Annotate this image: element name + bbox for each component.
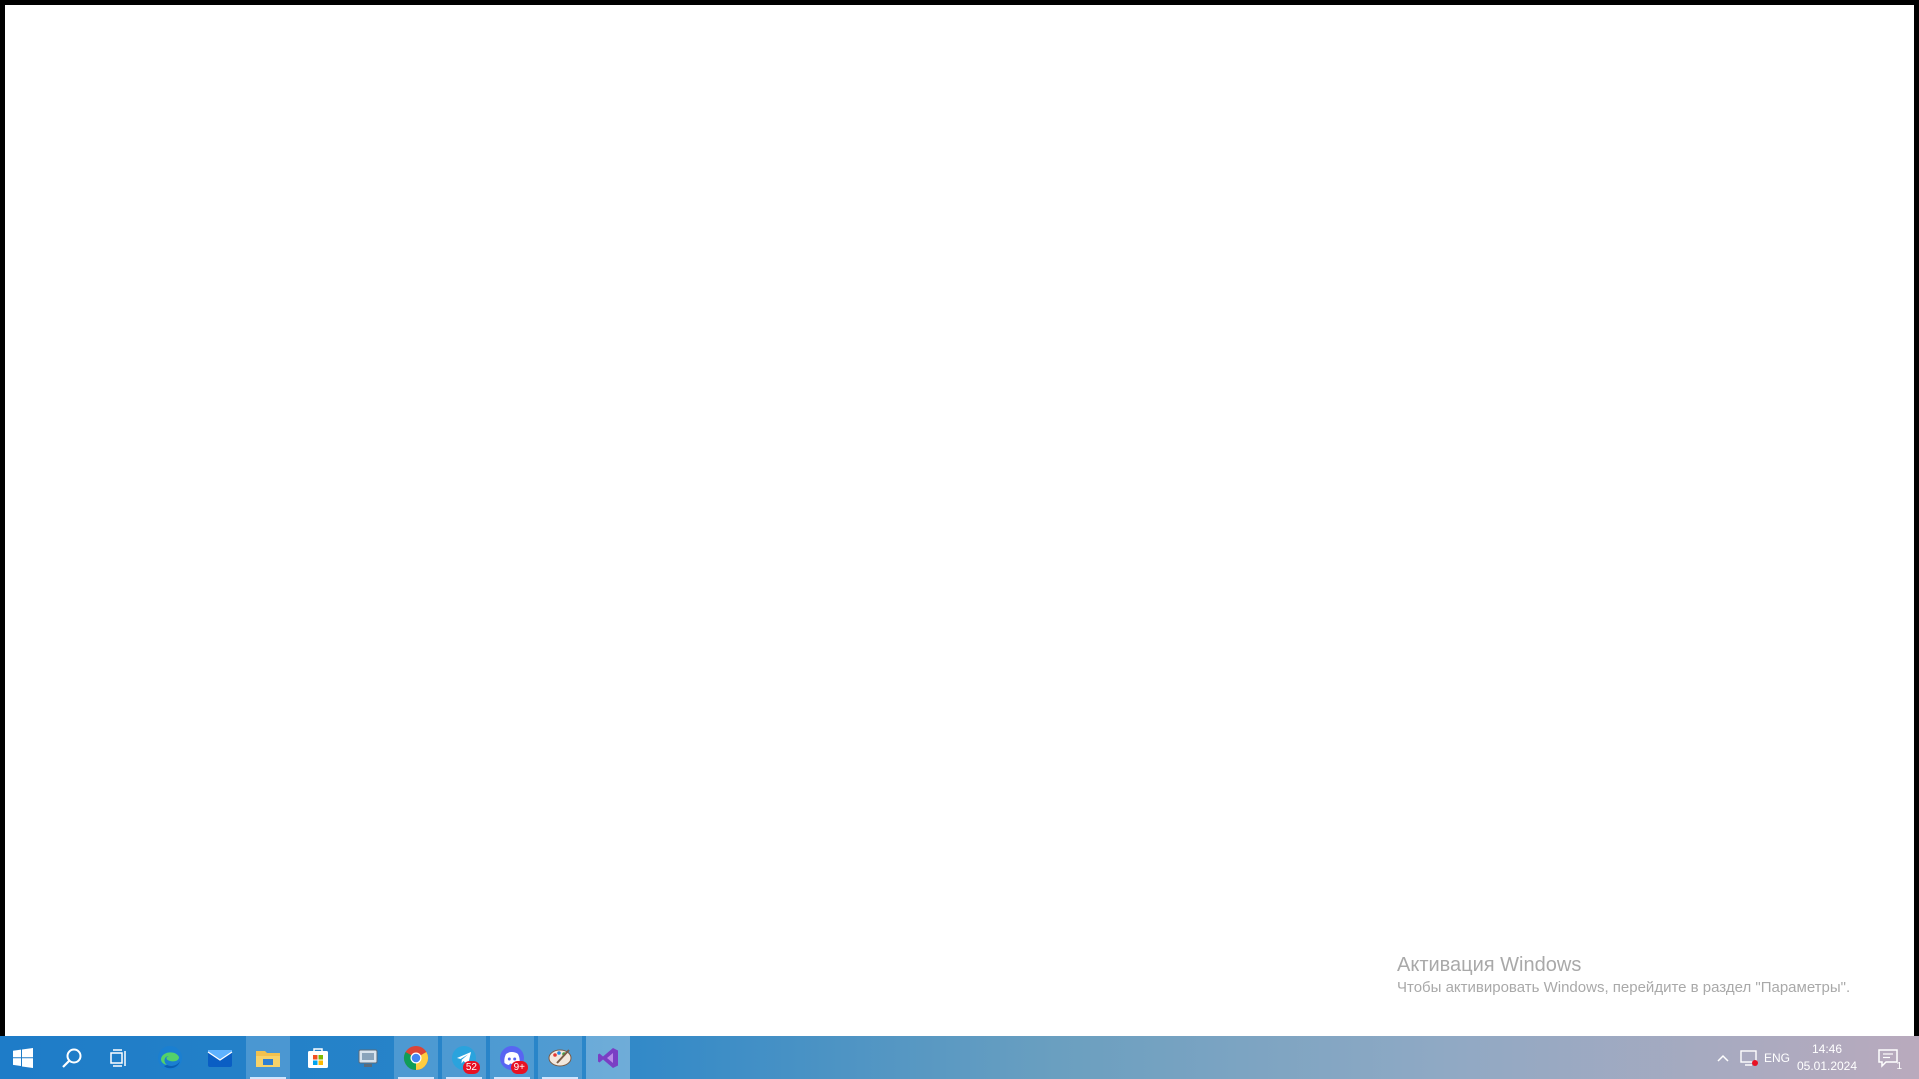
visual-studio-button[interactable]	[586, 1036, 630, 1079]
search-icon	[62, 1048, 82, 1068]
edge-icon	[158, 1045, 182, 1070]
store-button[interactable]	[294, 1036, 342, 1079]
search-button[interactable]	[48, 1036, 96, 1079]
file-explorer-button[interactable]	[246, 1036, 290, 1079]
clock[interactable]: 14:46 05.01.2024	[1793, 1036, 1861, 1079]
app-icon	[358, 1049, 378, 1067]
clock-time: 14:46	[1811, 1041, 1843, 1056]
folder-icon	[256, 1050, 280, 1067]
network-icon	[1740, 1049, 1758, 1066]
task-view-button[interactable]	[96, 1036, 144, 1079]
discord-badge: 9+	[510, 1061, 528, 1074]
chrome-icon	[403, 1045, 429, 1070]
store-icon	[308, 1047, 328, 1068]
paint-icon	[548, 1048, 572, 1066]
chevron-up-icon	[1717, 1054, 1729, 1062]
notification-icon	[1878, 1048, 1898, 1068]
task-view-icon	[110, 1048, 126, 1067]
notification-count: 1	[1896, 1061, 1902, 1072]
discord-button[interactable]: 9+	[490, 1036, 534, 1079]
activation-subtitle: Чтобы активировать Windows, перейдите в …	[1397, 979, 1851, 996]
taskbar: 52 9+ ENG 14:46 05.01.2024 1	[0, 1036, 1919, 1079]
input-language[interactable]: ENG	[1763, 1036, 1791, 1079]
activation-watermark: Активация Windows Чтобы активировать Win…	[1397, 953, 1850, 998]
network-button[interactable]	[1737, 1036, 1761, 1079]
telegram-button[interactable]: 52	[442, 1036, 486, 1079]
clock-date: 05.01.2024	[1796, 1058, 1858, 1073]
edge-button[interactable]	[146, 1036, 194, 1079]
desktop-window-area: Активация Windows Чтобы активировать Win…	[5, 5, 1914, 1036]
action-center-button[interactable]: 1	[1866, 1036, 1910, 1079]
activation-title: Активация Windows	[1397, 954, 1582, 976]
start-button[interactable]	[0, 1036, 46, 1079]
mail-button[interactable]	[196, 1036, 244, 1079]
windows-logo-icon	[13, 1047, 33, 1068]
mail-icon	[207, 1049, 233, 1067]
app-button[interactable]	[344, 1036, 392, 1079]
visual-studio-icon	[598, 1047, 618, 1068]
paint-button[interactable]	[538, 1036, 582, 1079]
show-hidden-icons-button[interactable]	[1711, 1036, 1735, 1079]
chrome-button[interactable]	[394, 1036, 438, 1079]
telegram-badge: 52	[462, 1061, 480, 1074]
